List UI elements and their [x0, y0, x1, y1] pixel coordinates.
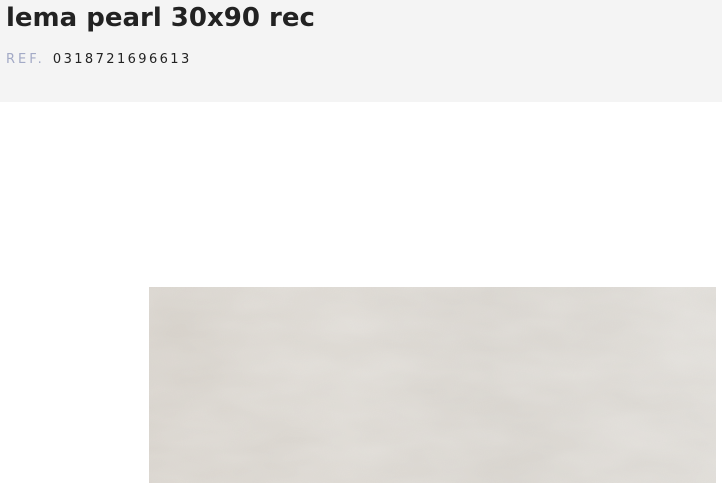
- product-title: lema pearl 30x90 rec: [6, 3, 315, 33]
- product-image[interactable]: [149, 287, 716, 483]
- reference-number: 0318721696613: [52, 52, 192, 67]
- product-header: lema pearl 30x90 rec REF. 0318721696613: [0, 0, 722, 102]
- product-reference: REF. 0318721696613: [6, 52, 192, 68]
- tile-texture: [149, 287, 716, 483]
- product-image-area: [0, 102, 722, 488]
- reference-label: REF.: [6, 52, 45, 67]
